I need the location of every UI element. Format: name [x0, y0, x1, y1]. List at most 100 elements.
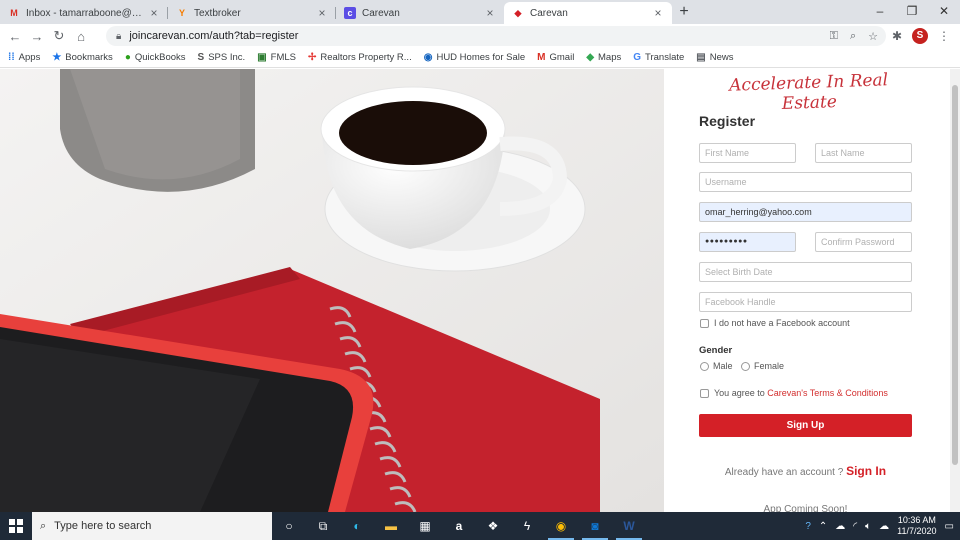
first-name-field[interactable]: First Name	[699, 143, 796, 163]
back-icon[interactable]: ←	[4, 29, 26, 44]
edge-icon[interactable]: ◐	[340, 512, 374, 540]
bookmark-news[interactable]: ▤ News	[696, 52, 733, 63]
page-title: Register	[699, 113, 756, 129]
terms-prefix: You agree to	[714, 388, 768, 398]
facebook-handle-field[interactable]: Facebook Handle	[699, 292, 912, 312]
chrome-icon[interactable]: ◉	[544, 512, 578, 540]
bookmark-sps[interactable]: S SPS Inc.	[198, 52, 246, 63]
browser-tab-strip: M Inbox - tamarraboone@gmail.com × Y Tex…	[0, 0, 960, 24]
store-icon[interactable]: ▦	[408, 512, 442, 540]
bookmarks-bar: ⁞⁞ Apps ★ Bookmarks ● QuickBooks S SPS Inc. …	[0, 48, 960, 68]
bookmark-label: News	[709, 52, 734, 63]
bookmark-maps[interactable]: ◆ Maps	[586, 52, 621, 63]
terms-link[interactable]: Carevan's Terms & Conditions	[767, 388, 888, 398]
task-view-icon[interactable]: ⧉	[306, 512, 340, 540]
menu-icon[interactable]: ⋮	[938, 29, 950, 43]
textbroker-icon: Y	[178, 8, 185, 18]
home-icon[interactable]: ⌂	[70, 29, 92, 44]
male-radio[interactable]	[700, 362, 709, 371]
close-icon[interactable]: ×	[484, 6, 496, 20]
female-radio[interactable]	[741, 362, 750, 371]
address-bar[interactable]: 🔒︎ joincarevan.com/auth?tab=register ⚿ ⌕…	[106, 26, 886, 46]
avatar[interactable]: S	[912, 28, 928, 44]
bookmark-translate[interactable]: G Translate	[633, 52, 684, 63]
no-facebook-checkbox[interactable]	[700, 319, 709, 328]
maps-icon: ◆	[586, 52, 595, 63]
windows-logo-icon	[9, 519, 23, 533]
time: 10:36 AM	[897, 515, 936, 525]
cloud-icon[interactable]: ☁	[879, 521, 889, 532]
gender-label: Gender	[699, 345, 733, 356]
last-name-field[interactable]: Last Name	[815, 143, 912, 163]
bookmark-quickbooks[interactable]: ● QuickBooks	[125, 52, 186, 63]
dropbox-icon[interactable]: ❖	[476, 512, 510, 540]
close-window-button[interactable]: ✕	[928, 0, 960, 22]
close-icon[interactable]: ×	[652, 6, 664, 20]
file-explorer-icon[interactable]: ▬	[374, 512, 408, 540]
notifications-icon[interactable]: ▭	[945, 521, 954, 532]
minimize-button[interactable]: –	[864, 0, 896, 22]
navigation-bar: ← → ↻ ⌂ 🔒︎ joincarevan.com/auth?tab=regi…	[0, 24, 960, 48]
volume-icon[interactable]: 🔈︎	[865, 521, 871, 532]
reload-icon[interactable]: ↻	[48, 28, 70, 44]
tab-textbroker[interactable]: Y Textbroker ×	[168, 2, 336, 24]
taskbar-search[interactable]: ⌕ Type here to search	[32, 512, 272, 540]
close-icon[interactable]: ×	[148, 6, 160, 20]
bookmark-label: Gmail	[549, 52, 575, 63]
onedrive-icon[interactable]: ☁	[835, 521, 845, 532]
star-icon: ★	[52, 52, 62, 63]
new-tab-button[interactable]: +	[672, 2, 696, 24]
tab-title: Carevan	[530, 7, 568, 19]
scrollbar-thumb[interactable]	[952, 85, 958, 465]
zoom-icon[interactable]: ⌕	[850, 30, 856, 43]
bookmark-realtors[interactable]: ✢ Realtors Property R...	[308, 52, 412, 63]
windows-start-icon[interactable]	[0, 512, 32, 540]
close-icon[interactable]: ×	[316, 6, 328, 20]
hero-image	[0, 69, 664, 512]
bookmark-bookmarks[interactable]: ★ Bookmarks	[52, 52, 112, 63]
bookmark-fmls[interactable]: ▣ FMLS	[257, 52, 296, 63]
chevron-up-icon[interactable]: ⌃	[819, 521, 827, 532]
bookmark-star-icon[interactable]: ☆	[868, 30, 878, 43]
tab-carevan-active[interactable]: ◆ Carevan ×	[504, 2, 672, 24]
bookmark-label: Bookmarks	[65, 52, 113, 63]
sign-up-button[interactable]: Sign Up	[699, 414, 912, 437]
bookmark-hud[interactable]: ◉ HUD Homes for Sale	[424, 52, 525, 63]
password-field[interactable]: ●●●●●●●●●	[699, 232, 796, 252]
search-icon: ⌕	[40, 519, 47, 532]
female-label: Female	[754, 361, 785, 371]
bookmark-label: Maps	[598, 52, 622, 63]
forward-icon[interactable]: →	[26, 29, 48, 44]
key-icon[interactable]: ⚿	[830, 30, 838, 43]
tab-gmail-inbox[interactable]: M Inbox - tamarraboone@gmail.com ×	[0, 2, 168, 24]
bookmark-label: QuickBooks	[134, 52, 186, 63]
username-field[interactable]: Username	[699, 172, 912, 192]
cortana-icon[interactable]: ○	[272, 512, 306, 540]
scrollbar[interactable]	[950, 69, 960, 512]
restore-button[interactable]: ❐	[896, 0, 928, 22]
bookmark-gmail[interactable]: M Gmail	[537, 52, 574, 63]
bookmark-apps[interactable]: ⁞⁞ Apps	[8, 52, 40, 63]
help-icon[interactable]: ?	[805, 521, 811, 532]
lock-icon[interactable]: 🔒︎	[116, 31, 121, 42]
confirm-password-field[interactable]: Confirm Password	[815, 232, 912, 252]
terms-checkbox[interactable]	[700, 389, 709, 398]
translate-icon: G	[633, 52, 642, 63]
outlook-icon[interactable]: ◙	[578, 512, 612, 540]
email-field[interactable]: omar_herring@yahoo.com	[699, 202, 912, 222]
birth-date-field[interactable]: Select Birth Date	[699, 262, 912, 282]
extensions-icon[interactable]: ✱	[892, 29, 902, 43]
carevan-icon: c	[344, 7, 356, 19]
bookmark-label: Translate	[645, 52, 685, 63]
clock[interactable]: 10:36 AM 11/7/2020	[897, 515, 936, 537]
amazon-icon[interactable]: a	[442, 512, 476, 540]
app-icon[interactable]: ϟ	[510, 512, 544, 540]
tab-carevan[interactable]: c Carevan ×	[336, 2, 504, 24]
no-facebook-label: I do not have a Facebook account	[714, 318, 850, 328]
sign-in-link[interactable]: Sign In	[846, 464, 886, 478]
taskbar: ⌕ Type here to search ○ ⧉ ◐ ▬ ▦ a ❖ ϟ ◉ …	[0, 512, 960, 540]
word-icon[interactable]: W	[612, 512, 646, 540]
gmail-icon: M	[537, 52, 546, 63]
network-icon[interactable]: ◜	[853, 521, 857, 532]
apps-icon: ⁞⁞	[8, 52, 15, 63]
